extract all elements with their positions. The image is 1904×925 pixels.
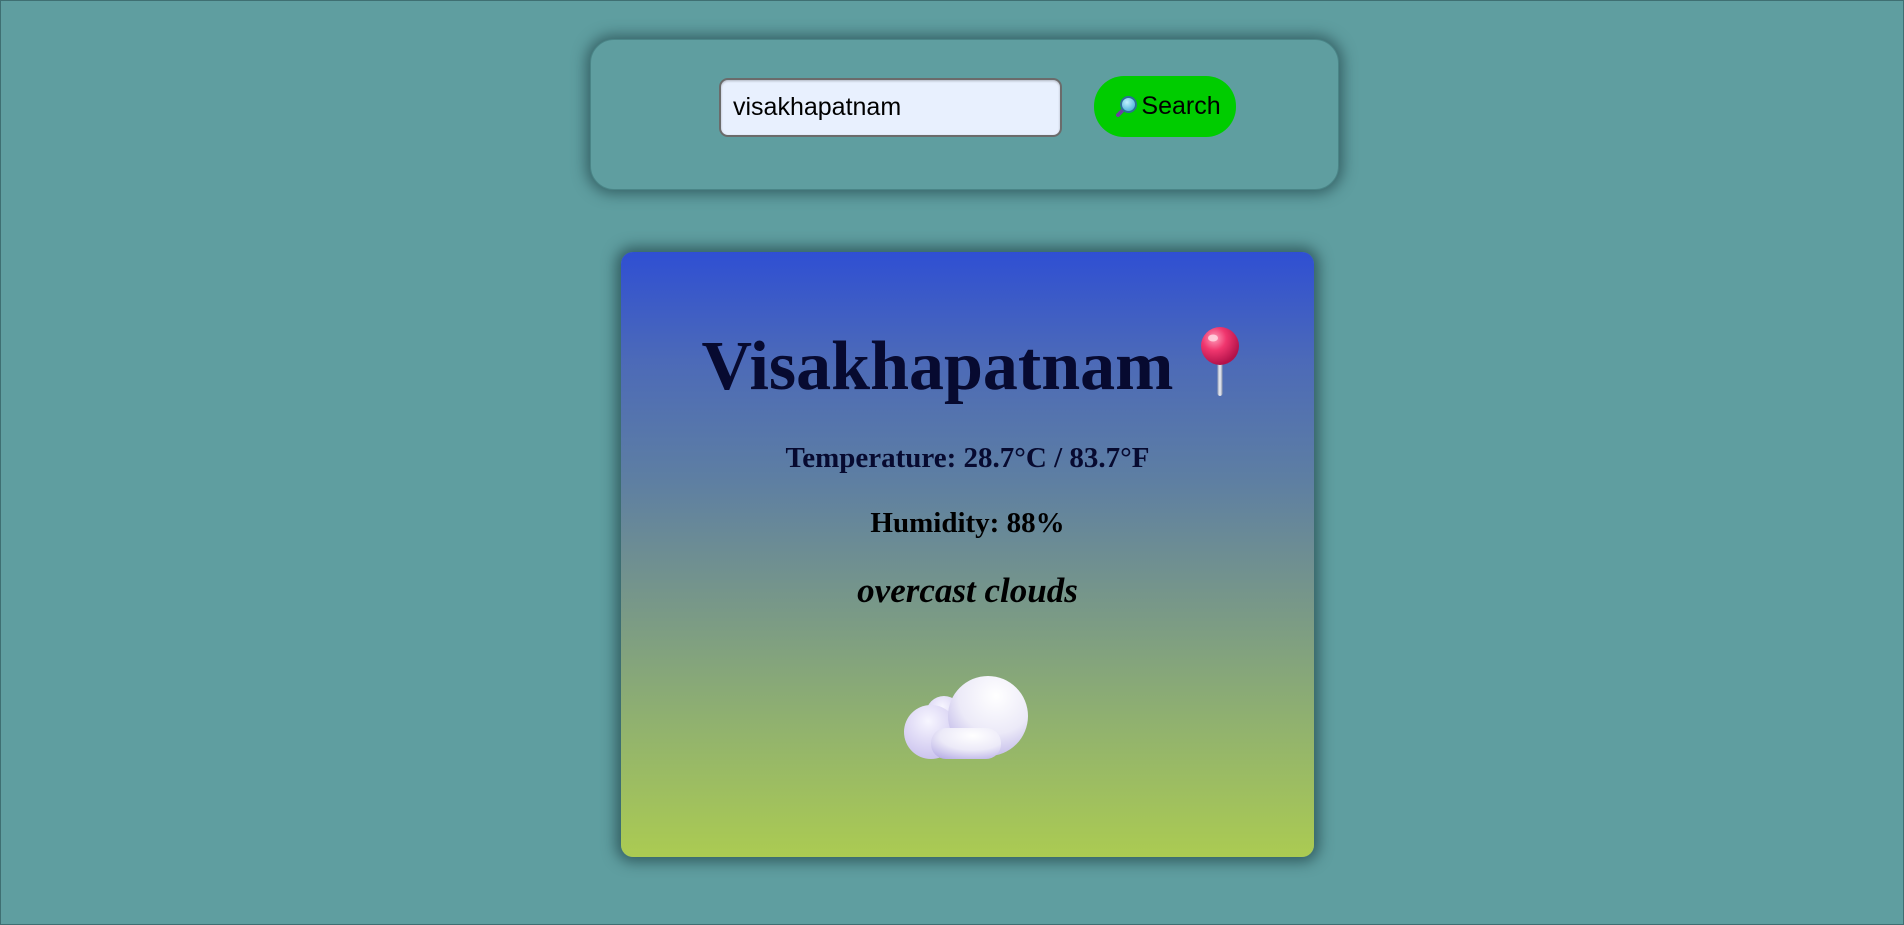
city-heading: Visakhapatnam — [621, 327, 1314, 405]
search-button-label: Search — [1141, 92, 1221, 120]
city-search-input[interactable] — [719, 78, 1062, 137]
weather-condition: overcast clouds — [857, 571, 1078, 610]
temperature-text: Temperature: 28.7°C / 83.7°F — [785, 442, 1150, 474]
search-panel: Search — [590, 39, 1339, 190]
humidity-text: Humidity: 88% — [870, 507, 1065, 539]
weather-card: Visakhapatnam Temperature: 28.7°C / 83.7… — [621, 252, 1314, 857]
cloud-icon — [901, 672, 1035, 767]
magnifying-glass-icon — [1113, 94, 1139, 120]
round-pushpin-icon — [1196, 326, 1244, 403]
search-button[interactable]: Search — [1094, 76, 1236, 137]
city-name: Visakhapatnam — [701, 327, 1174, 405]
